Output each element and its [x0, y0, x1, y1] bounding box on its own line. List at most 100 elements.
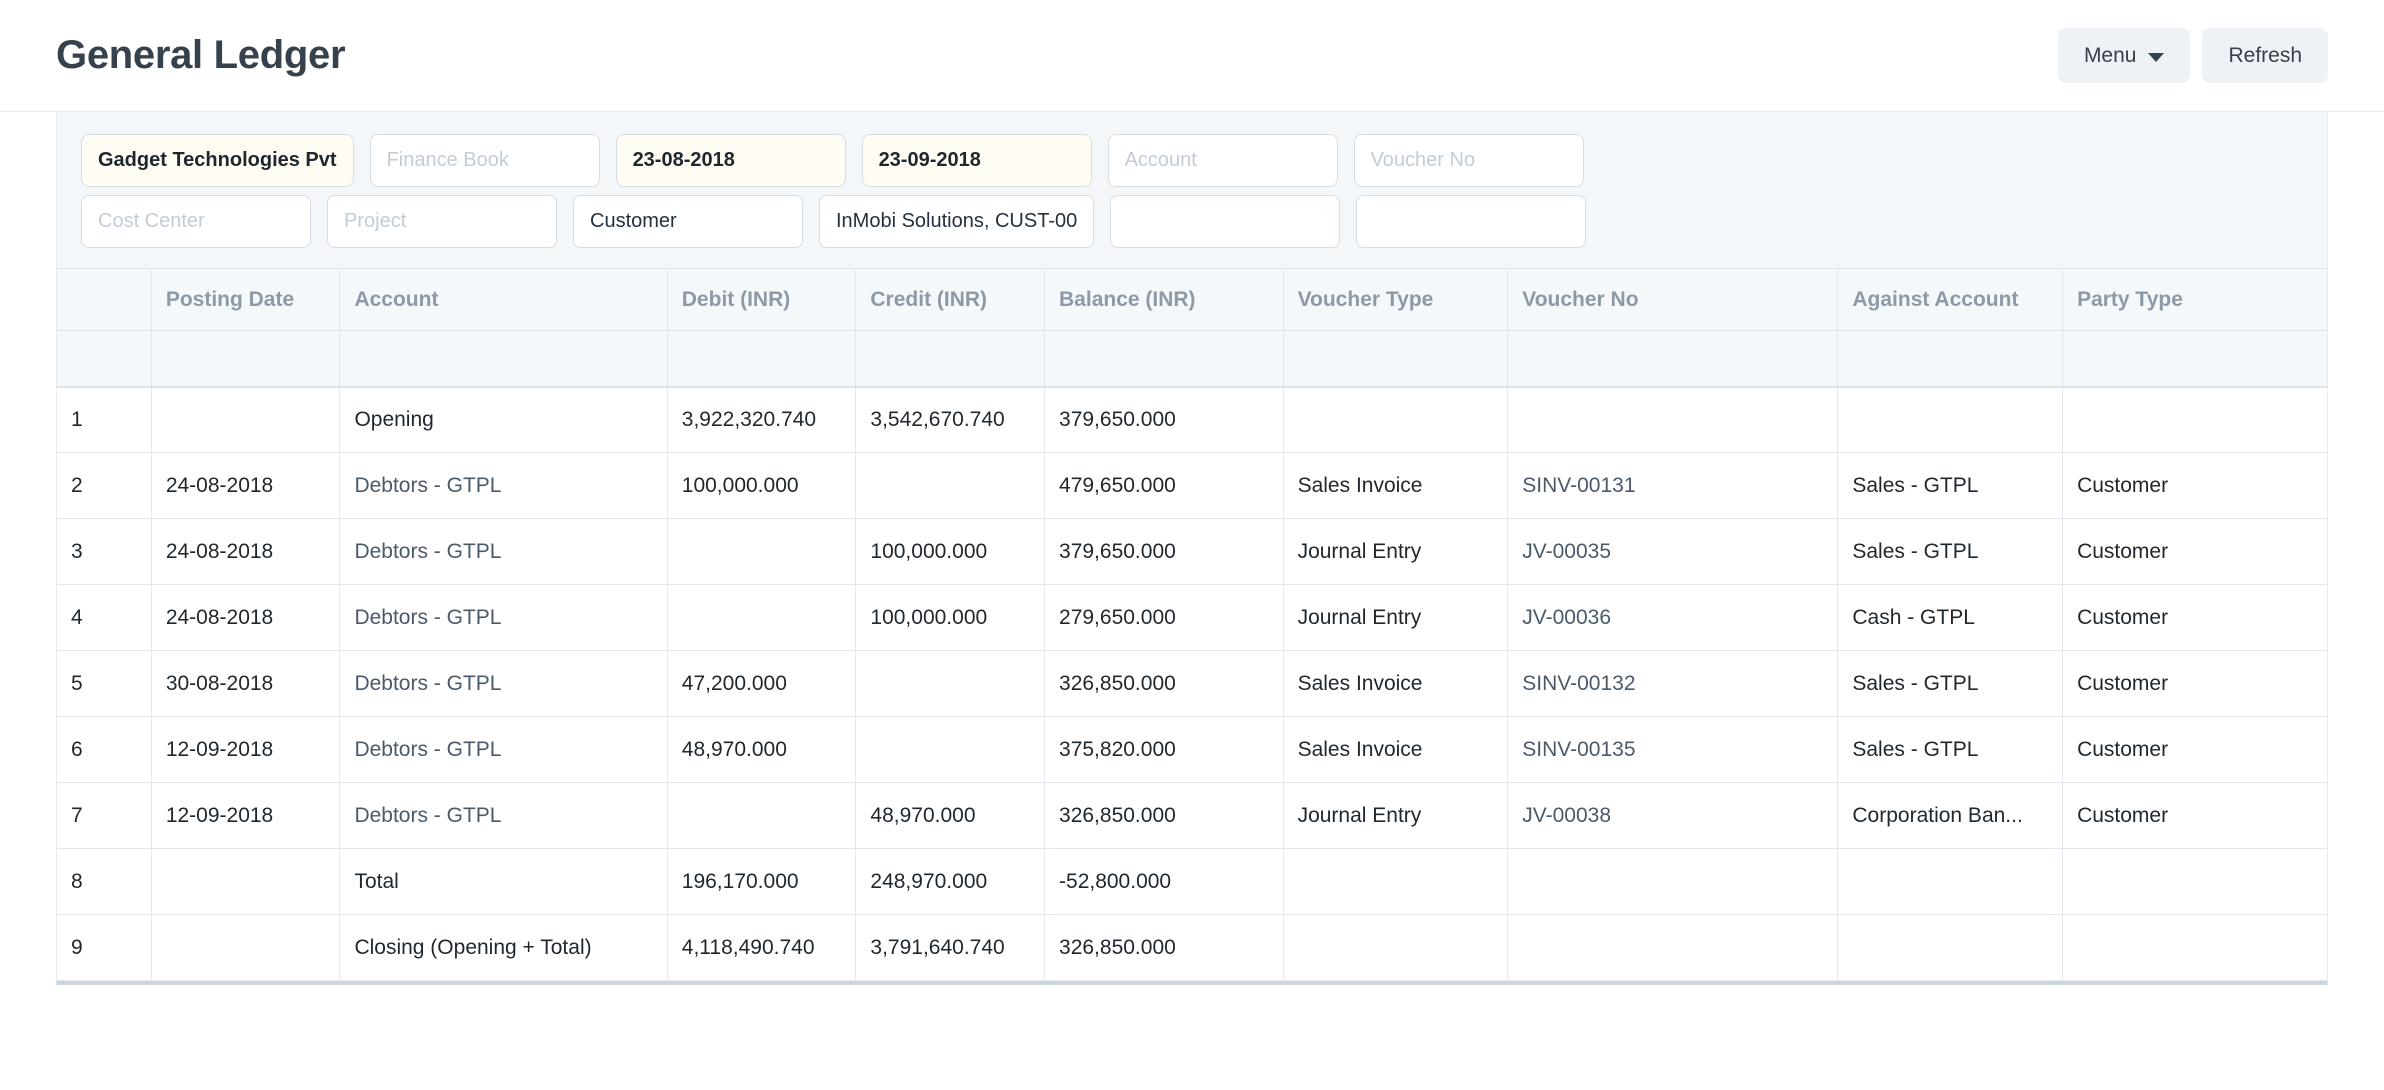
cell-debit: 47,200.000	[667, 650, 857, 717]
table-row[interactable]: 9 Closing (Opening + Total) 4,118,490.740 3…	[57, 914, 2327, 981]
column-filter-again[interactable]	[1837, 330, 2064, 388]
cell-vno: SINV-00135	[1507, 716, 1839, 783]
cell-debit	[667, 518, 857, 585]
column-header-bal[interactable]: Balance (INR)	[1044, 268, 1284, 331]
column-filter-idx[interactable]	[57, 330, 152, 388]
cell-bal: -52,800.000	[1044, 848, 1284, 915]
cell-vtype	[1283, 386, 1509, 453]
cell-acct: Debtors - GTPL	[339, 452, 668, 519]
cell-party: Customer	[2062, 716, 2327, 783]
refresh-button[interactable]: Refresh	[2202, 28, 2328, 83]
cell-party: Customer	[2062, 584, 2327, 651]
menu-button-label: Menu	[2083, 43, 2137, 67]
voucher-link[interactable]: JV-00036	[1522, 606, 1611, 629]
column-header-credit[interactable]: Credit (INR)	[855, 268, 1046, 331]
column-filter-acct[interactable]	[339, 330, 668, 388]
column-header-debit[interactable]: Debit (INR)	[667, 268, 857, 331]
column-filter-credit[interactable]	[855, 330, 1046, 388]
voucher-link[interactable]: SINV-00132	[1522, 672, 1635, 695]
voucher-link[interactable]: SINV-00131	[1522, 474, 1635, 497]
column-header-acct[interactable]: Account	[339, 268, 668, 331]
account-link[interactable]: Debtors - GTPL	[354, 738, 501, 761]
filter-input-finance-book[interactable]: Finance Book	[369, 134, 600, 187]
cell-credit: 248,970.000	[855, 848, 1046, 915]
account-link[interactable]: Debtors - GTPL	[354, 804, 501, 827]
cell-again	[1837, 914, 2064, 981]
account-link[interactable]: Debtors - GTPL	[354, 540, 501, 563]
filter-input-cost-center[interactable]: Cost Center	[81, 195, 311, 248]
filter-input-from-date[interactable]: 23-08-2018	[615, 134, 846, 187]
voucher-link[interactable]: JV-00038	[1522, 804, 1611, 827]
cell-debit: 48,970.000	[667, 716, 857, 783]
filter-row-secondary: Cost Center Project Customer InMobi Solutio…	[57, 195, 2327, 248]
column-filter-party[interactable]	[2062, 330, 2327, 388]
cell-credit: 100,000.000	[855, 584, 1046, 651]
cell-bal: 326,850.000	[1044, 650, 1284, 717]
cell-again	[1837, 848, 2064, 915]
cell-party	[2062, 386, 2327, 453]
table-row[interactable]: 8 Total 196,170.000 248,970.000 -52,800.000	[57, 848, 2327, 915]
cell-credit: 48,970.000	[855, 782, 1046, 849]
column-filter-debit[interactable]	[667, 330, 857, 388]
voucher-link[interactable]: SINV-00135	[1522, 738, 1635, 761]
filter-cell-to-date: 23-09-2018	[854, 134, 1100, 187]
filter-input-voucher-no[interactable]: Voucher No	[1353, 134, 1584, 187]
column-header-party[interactable]: Party Type	[2062, 268, 2327, 331]
cell-party	[2062, 914, 2327, 981]
filter-input-filter-extra-1[interactable]	[1110, 195, 1341, 248]
menu-button[interactable]: Menu	[2057, 28, 2191, 83]
column-header-vtype[interactable]: Voucher Type	[1283, 268, 1509, 331]
cell-vtype: Journal Entry	[1283, 584, 1509, 651]
filter-input-project[interactable]: Project	[327, 195, 557, 248]
cell-party	[2062, 848, 2327, 915]
table-row[interactable]: 3 24-08-2018 Debtors - GTPL 100,000.000 379,…	[57, 518, 2327, 585]
cell-date	[151, 386, 341, 453]
account-link[interactable]: Debtors - GTPL	[354, 606, 501, 629]
report-table-container[interactable]: Posting Date Account Debit (INR) Credit (IN…	[56, 268, 2328, 985]
table-row[interactable]: 4 24-08-2018 Debtors - GTPL 100,000.000 279,…	[57, 584, 2327, 651]
cell-credit	[855, 650, 1046, 717]
filter-cell-filter-extra-2	[1348, 195, 1594, 248]
cell-acct: Debtors - GTPL	[339, 782, 668, 849]
cell-vtype: Journal Entry	[1283, 518, 1509, 585]
table-row[interactable]: 1 Opening 3,922,320.740 3,542,670.740 379,65…	[57, 386, 2327, 453]
filter-cell-voucher-no: Voucher No	[1346, 134, 1592, 187]
table-row[interactable]: 6 12-09-2018 Debtors - GTPL 48,970.000 375,8…	[57, 716, 2327, 783]
account-link[interactable]: Debtors - GTPL	[354, 672, 501, 695]
cell-party: Customer	[2062, 518, 2327, 585]
filter-input-to-date[interactable]: 23-09-2018	[861, 134, 1092, 187]
cell-acct: Debtors - GTPL	[339, 716, 668, 783]
column-filter-vno[interactable]	[1507, 330, 1839, 388]
column-header-again[interactable]: Against Account	[1837, 268, 2064, 331]
cell-debit: 4,118,490.740	[667, 914, 857, 981]
cell-party: Customer	[2062, 782, 2327, 849]
table-row[interactable]: 5 30-08-2018 Debtors - GTPL 47,200.000 326,8…	[57, 650, 2327, 717]
voucher-link[interactable]: JV-00035	[1522, 540, 1611, 563]
filter-input-party-type[interactable]: Customer	[573, 195, 803, 248]
table-row[interactable]: 2 24-08-2018 Debtors - GTPL 100,000.000 479,…	[57, 452, 2327, 519]
cell-date: 24-08-2018	[151, 452, 341, 519]
cell-vtype	[1283, 914, 1509, 981]
filter-row-primary: Gadget Technologies Pvt Finance Book 23-08…	[57, 134, 2327, 187]
column-header-idx[interactable]	[57, 268, 152, 331]
filter-input-filter-extra-2[interactable]	[1356, 195, 1587, 248]
column-filter-bal[interactable]	[1044, 330, 1284, 388]
account-link[interactable]: Debtors - GTPL	[354, 474, 501, 497]
filter-cell-account: Account	[1100, 134, 1346, 187]
header-actions: Menu Refresh	[2057, 28, 2328, 83]
column-filter-date[interactable]	[151, 330, 341, 388]
filter-input-party[interactable]: InMobi Solutions, CUST-00	[819, 195, 1095, 248]
cell-bal: 326,850.000	[1044, 782, 1284, 849]
filter-input-account[interactable]: Account	[1107, 134, 1338, 187]
filter-input-company[interactable]: Gadget Technologies Pvt	[81, 134, 354, 187]
cell-credit: 100,000.000	[855, 518, 1046, 585]
table-row[interactable]: 7 12-09-2018 Debtors - GTPL 48,970.000 326,8…	[57, 782, 2327, 849]
column-header-vno[interactable]: Voucher No	[1507, 268, 1839, 331]
cell-idx: 4	[57, 584, 152, 651]
cell-date	[151, 848, 341, 915]
column-filter-vtype[interactable]	[1283, 330, 1509, 388]
cell-vno: JV-00035	[1507, 518, 1839, 585]
table-header-row: Posting Date Account Debit (INR) Credit (IN…	[57, 268, 2327, 331]
column-header-date[interactable]: Posting Date	[151, 268, 341, 331]
filter-cell-party: InMobi Solutions, CUST-00	[811, 195, 1102, 248]
